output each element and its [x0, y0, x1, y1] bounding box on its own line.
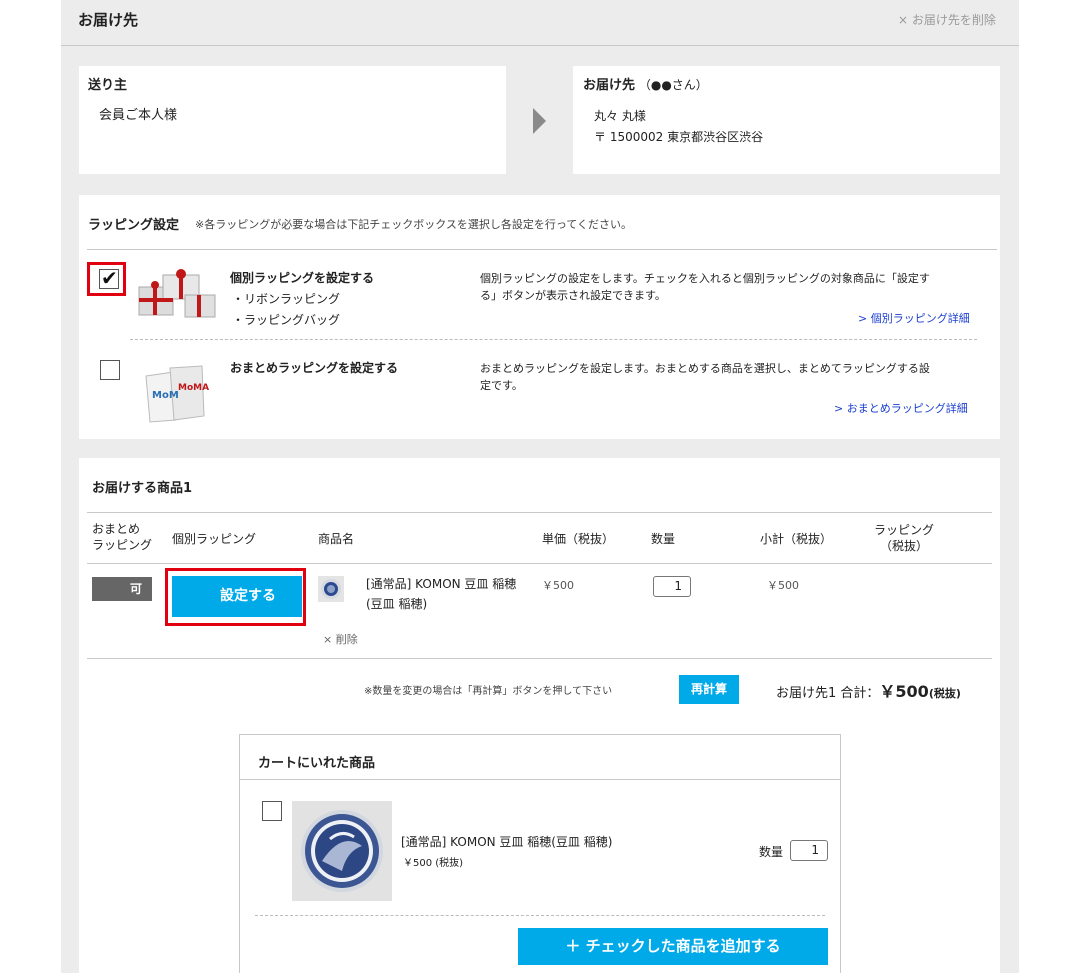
page-title: お届け先 [78, 11, 139, 29]
col-bulk-line1: おまとめ [92, 522, 141, 536]
col-bulk-wrapping: おまとめ ラッピング [92, 521, 152, 553]
recipient-name: 丸々 丸様 [594, 109, 646, 123]
wrapping-note: ※各ラッピングが必要な場合は下記チェックボックスを選択し各設定を行ってください。 [195, 218, 633, 231]
col-subtotal: 小計（税抜） [760, 532, 833, 546]
unit-price-value: ￥500 [542, 579, 574, 592]
col-wrap-line1: ラッピング [874, 523, 935, 537]
wrapping-option-separator [130, 339, 977, 340]
svg-text:MoM: MoM [152, 390, 179, 401]
bulk-wrapping-status-badge: 可 [92, 577, 152, 601]
product-name-line2: (豆皿 稲穂) [366, 597, 428, 611]
cart-title-divider [240, 779, 840, 780]
delivery-total: お届け先1 合計：￥500(税抜) [776, 678, 961, 702]
table-header-top-line [87, 512, 992, 513]
col-individual-wrapping: 個別ラッピング [172, 532, 257, 546]
quantity-input[interactable]: 1 [653, 576, 691, 597]
bulk-desc-line1: おまとめラッピングを設定します。おまとめする商品を選択し、まとめてラッピングする… [480, 362, 930, 375]
sender-name: 会員ご本人様 [99, 108, 178, 123]
table-header-bottom-line [87, 563, 992, 564]
cart-item-name: [通常品] KOMON 豆皿 稲穂(豆皿 稲穂) [401, 835, 613, 849]
cart-title: カートにいれた商品 [258, 756, 376, 771]
cart-item-image [292, 801, 392, 901]
recalc-note: ※数量を変更の場合は「再計算」ボタンを押して下さい [364, 686, 613, 697]
sender-label: 送り主 [88, 78, 128, 93]
recipient-address: 〒 1500002 東京都渋谷区渋谷 [594, 130, 764, 144]
individual-option-bag: ・ラッピングバッグ [232, 313, 341, 327]
bulk-desc-line2: 定です。 [480, 379, 523, 392]
recipient-box: お届け先 （●●さん） 丸々 丸様 〒 1500002 東京都渋谷区渋谷 [573, 66, 1000, 174]
recipient-note: （●●さん） [638, 78, 708, 92]
arrow-right-icon [533, 108, 546, 134]
cart-qty-label: 数量 [759, 845, 784, 859]
col-unit-price: 単価（税抜） [542, 532, 615, 546]
wrapping-title: ラッピング設定 [88, 218, 180, 233]
wrapping-divider [87, 249, 997, 250]
individual-wrapping-detail-link[interactable]: > 個別ラッピング詳細 [858, 310, 970, 326]
svg-text:MoMA: MoMA [178, 383, 209, 393]
recalc-button[interactable]: 再計算 [679, 675, 739, 704]
product-thumbnail [318, 576, 344, 602]
sender-box: 送り主 会員ご本人様 [79, 66, 506, 174]
total-tax: (税抜) [928, 687, 961, 700]
individual-option-ribbon: ・リボンラッピング [232, 292, 341, 306]
bulk-wrapping-detail-link[interactable]: > おまとめラッピング詳細 [834, 400, 968, 416]
col-wrapping-fee: ラッピング （税抜） [874, 522, 934, 554]
col-product-name: 商品名 [318, 532, 355, 546]
product-name-line1: [通常品] KOMON 豆皿 稲穂 [366, 577, 517, 591]
subtotal-value: ￥500 [767, 579, 799, 592]
cart-quantity-input[interactable]: 1 [790, 840, 828, 861]
header-divider [61, 45, 1019, 46]
bulk-wrapping-checkbox[interactable] [100, 360, 120, 380]
shopping-bag-icon: MoM MoMA [145, 365, 209, 423]
cart-separator [255, 915, 825, 916]
individual-wrapping-title: 個別ラッピングを設定する [230, 271, 375, 285]
total-value: ￥500 [879, 682, 929, 701]
cart-item-price: ￥500 (税抜) [403, 858, 464, 869]
delete-item-link[interactable]: × 削除 [323, 631, 358, 647]
col-quantity: 数量 [651, 532, 676, 546]
recipient-label: お届け先 [583, 78, 636, 93]
individual-desc-line2: る」ボタンが表示され設定できます。 [480, 289, 666, 302]
highlight-box [87, 262, 126, 296]
add-checked-items-button[interactable]: ＋ チェックした商品を追加する [518, 928, 828, 965]
col-bulk-line2: ラッピング [92, 538, 153, 552]
bulk-wrapping-title: おまとめラッピングを設定する [230, 361, 399, 375]
total-label: お届け先1 合計： [776, 686, 880, 701]
table-row-bottom-line [87, 658, 992, 659]
highlight-box [165, 568, 306, 626]
individual-desc-line1: 個別ラッピングの設定をします。チェックを入れると個別ラッピングの対象商品に「設定… [480, 272, 930, 285]
col-wrap-line2: （税抜） [880, 539, 929, 553]
gift-box-icon [138, 269, 216, 318]
delivery-items-title: お届けする商品1 [92, 481, 193, 496]
cart-item-checkbox[interactable] [262, 801, 282, 821]
delete-destination-link[interactable]: × お届け先を削除 [898, 11, 996, 28]
